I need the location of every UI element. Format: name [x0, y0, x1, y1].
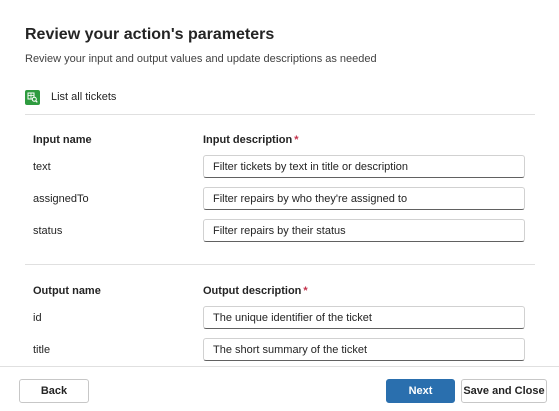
search-table-icon [25, 89, 40, 105]
required-marker: * [294, 134, 299, 146]
input-description-header-label: Input description [203, 134, 293, 146]
action-summary: List all tickets [25, 89, 116, 105]
section-divider [25, 264, 535, 265]
section-divider [25, 114, 535, 115]
input-description-assignedto-field[interactable] [203, 187, 525, 210]
input-name-header: Input name [33, 134, 92, 146]
back-button[interactable]: Back [19, 379, 89, 403]
next-button[interactable]: Next [386, 379, 455, 403]
save-and-close-button[interactable]: Save and Close [461, 379, 547, 403]
required-marker: * [303, 285, 308, 297]
output-description-header-label: Output description [203, 285, 302, 297]
input-description-text-field[interactable] [203, 155, 525, 178]
input-name-assignedto: assignedTo [33, 193, 89, 205]
output-description-title-field[interactable] [203, 338, 525, 361]
input-description-header: Input description * [203, 134, 299, 146]
output-name-id: id [33, 312, 42, 324]
input-name-text: text [33, 161, 51, 173]
footer-divider [0, 366, 559, 367]
output-name-header: Output name [33, 285, 101, 297]
page-subtitle: Review your input and output values and … [25, 53, 377, 65]
output-name-title: title [33, 344, 51, 356]
output-description-id-field[interactable] [203, 306, 525, 329]
output-description-header: Output description * [203, 285, 308, 297]
page-title: Review your action's parameters [25, 26, 275, 43]
input-description-status-field[interactable] [203, 219, 525, 242]
input-name-status: status [33, 225, 63, 237]
action-name: List all tickets [51, 91, 117, 103]
